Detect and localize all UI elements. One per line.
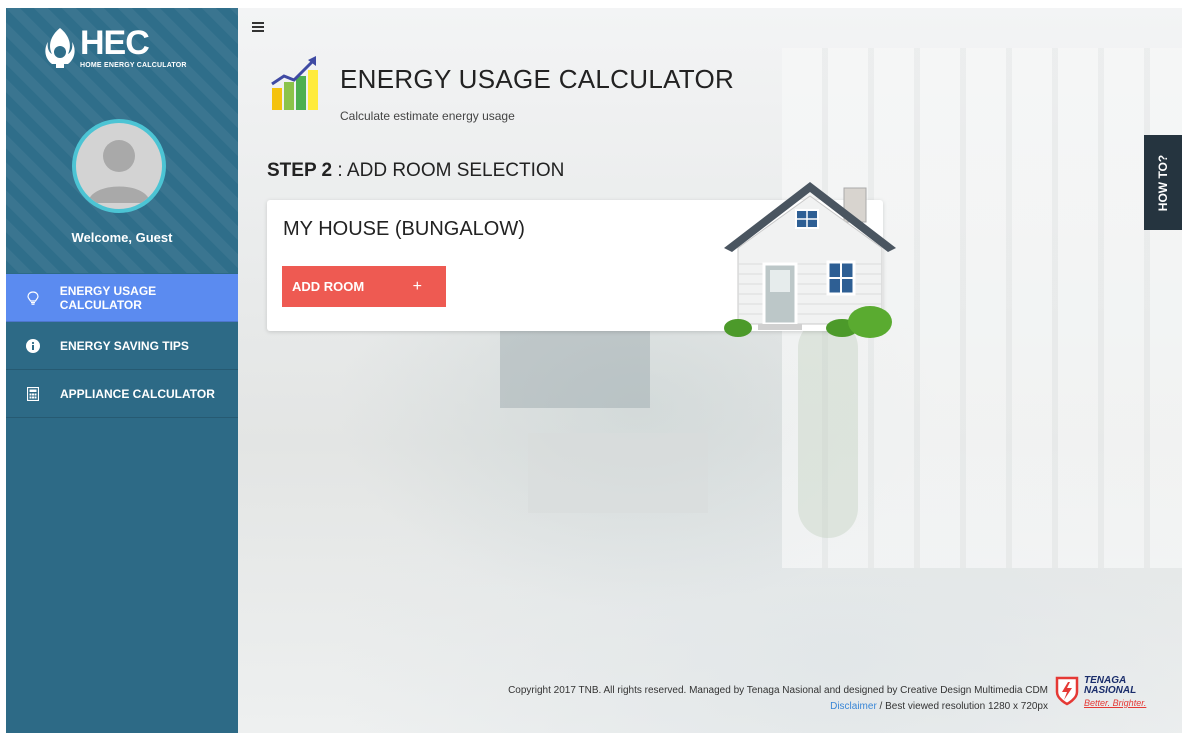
disclaimer-link[interactable]: Disclaimer (830, 701, 877, 712)
welcome-text: Welcome, Guest (71, 230, 173, 245)
hamburger-icon[interactable] (252, 22, 264, 34)
sidebar-item-label: ENERGY USAGE CALCULATOR (59, 283, 157, 312)
step-label: : ADD ROOM SELECTION (332, 160, 565, 181)
sidebar-item-energy-saving-tips[interactable]: ENERGY SAVING TIPS (6, 322, 238, 370)
hec-flame-icon (45, 28, 75, 68)
add-room-label: ADD ROOM (292, 279, 365, 294)
footer-resolution: / Best viewed resolution 1280 x 720px (876, 701, 1048, 712)
step-heading: STEP 2 : ADD ROOM SELECTION (267, 160, 564, 182)
footer-copyright: Copyright 2017 TNB. All rights reserved.… (508, 685, 1048, 696)
sidebar-nav: ENERGY USAGE CALCULATOR ENERGY SAVING TI… (6, 274, 238, 418)
sidebar: HEC HOME ENERGY CALCULATOR Welcome, Gues… (6, 8, 238, 733)
step-number: STEP 2 (267, 160, 333, 181)
logo-title: HEC (80, 24, 150, 62)
background-plant (798, 318, 858, 538)
logo-subtitle: HOME ENERGY CALCULATOR (80, 62, 187, 69)
sidebar-profile: HEC HOME ENERGY CALCULATOR Welcome, Gues… (6, 8, 238, 273)
how-to-label: HOW TO? (1156, 154, 1170, 211)
house-title: MY HOUSE (BUNGALOW) (283, 218, 525, 240)
main-content: ENERGY USAGE CALCULATOR Calculate estima… (238, 8, 1182, 733)
user-icon (88, 140, 150, 203)
sidebar-item-label: ENERGY SAVING TIPS (60, 338, 189, 353)
sidebar-item-energy-usage-calculator[interactable]: ENERGY USAGE CALCULATOR (6, 274, 238, 322)
page-subtitle: Calculate estimate energy usage (340, 109, 515, 123)
sidebar-item-appliance-calculator[interactable]: APPLIANCE CALCULATOR (6, 370, 238, 418)
add-room-button[interactable]: ADD ROOM + (282, 266, 446, 307)
background-tv (500, 328, 650, 408)
tnb-line2: NASIONAL (1084, 685, 1137, 696)
tnb-logo[interactable]: TENAGA NASIONAL Better. Brighter. (1054, 676, 1146, 708)
lightbulb-icon (26, 290, 40, 305)
plus-icon: + (412, 277, 422, 295)
background-cabinet (528, 433, 708, 513)
footer: Copyright 2017 TNB. All rights reserved.… (508, 683, 1048, 715)
page-title: ENERGY USAGE CALCULATOR (340, 64, 735, 94)
how-to-tab[interactable]: HOW TO? (1144, 135, 1182, 230)
house-illustration (720, 174, 900, 343)
sidebar-item-label: APPLIANCE CALCULATOR (60, 386, 215, 401)
bar-chart-growth-icon (270, 54, 320, 117)
hec-logo[interactable]: HEC HOME ENERGY CALCULATOR (44, 26, 187, 70)
tnb-emblem-icon (1055, 676, 1079, 706)
footer-links: Disclaimer / Best viewed resolution 1280… (508, 699, 1048, 715)
tnb-slogan: Better. Brighter. (1084, 698, 1147, 708)
calculator-icon (26, 386, 40, 401)
avatar (72, 119, 166, 213)
info-icon (26, 338, 40, 353)
